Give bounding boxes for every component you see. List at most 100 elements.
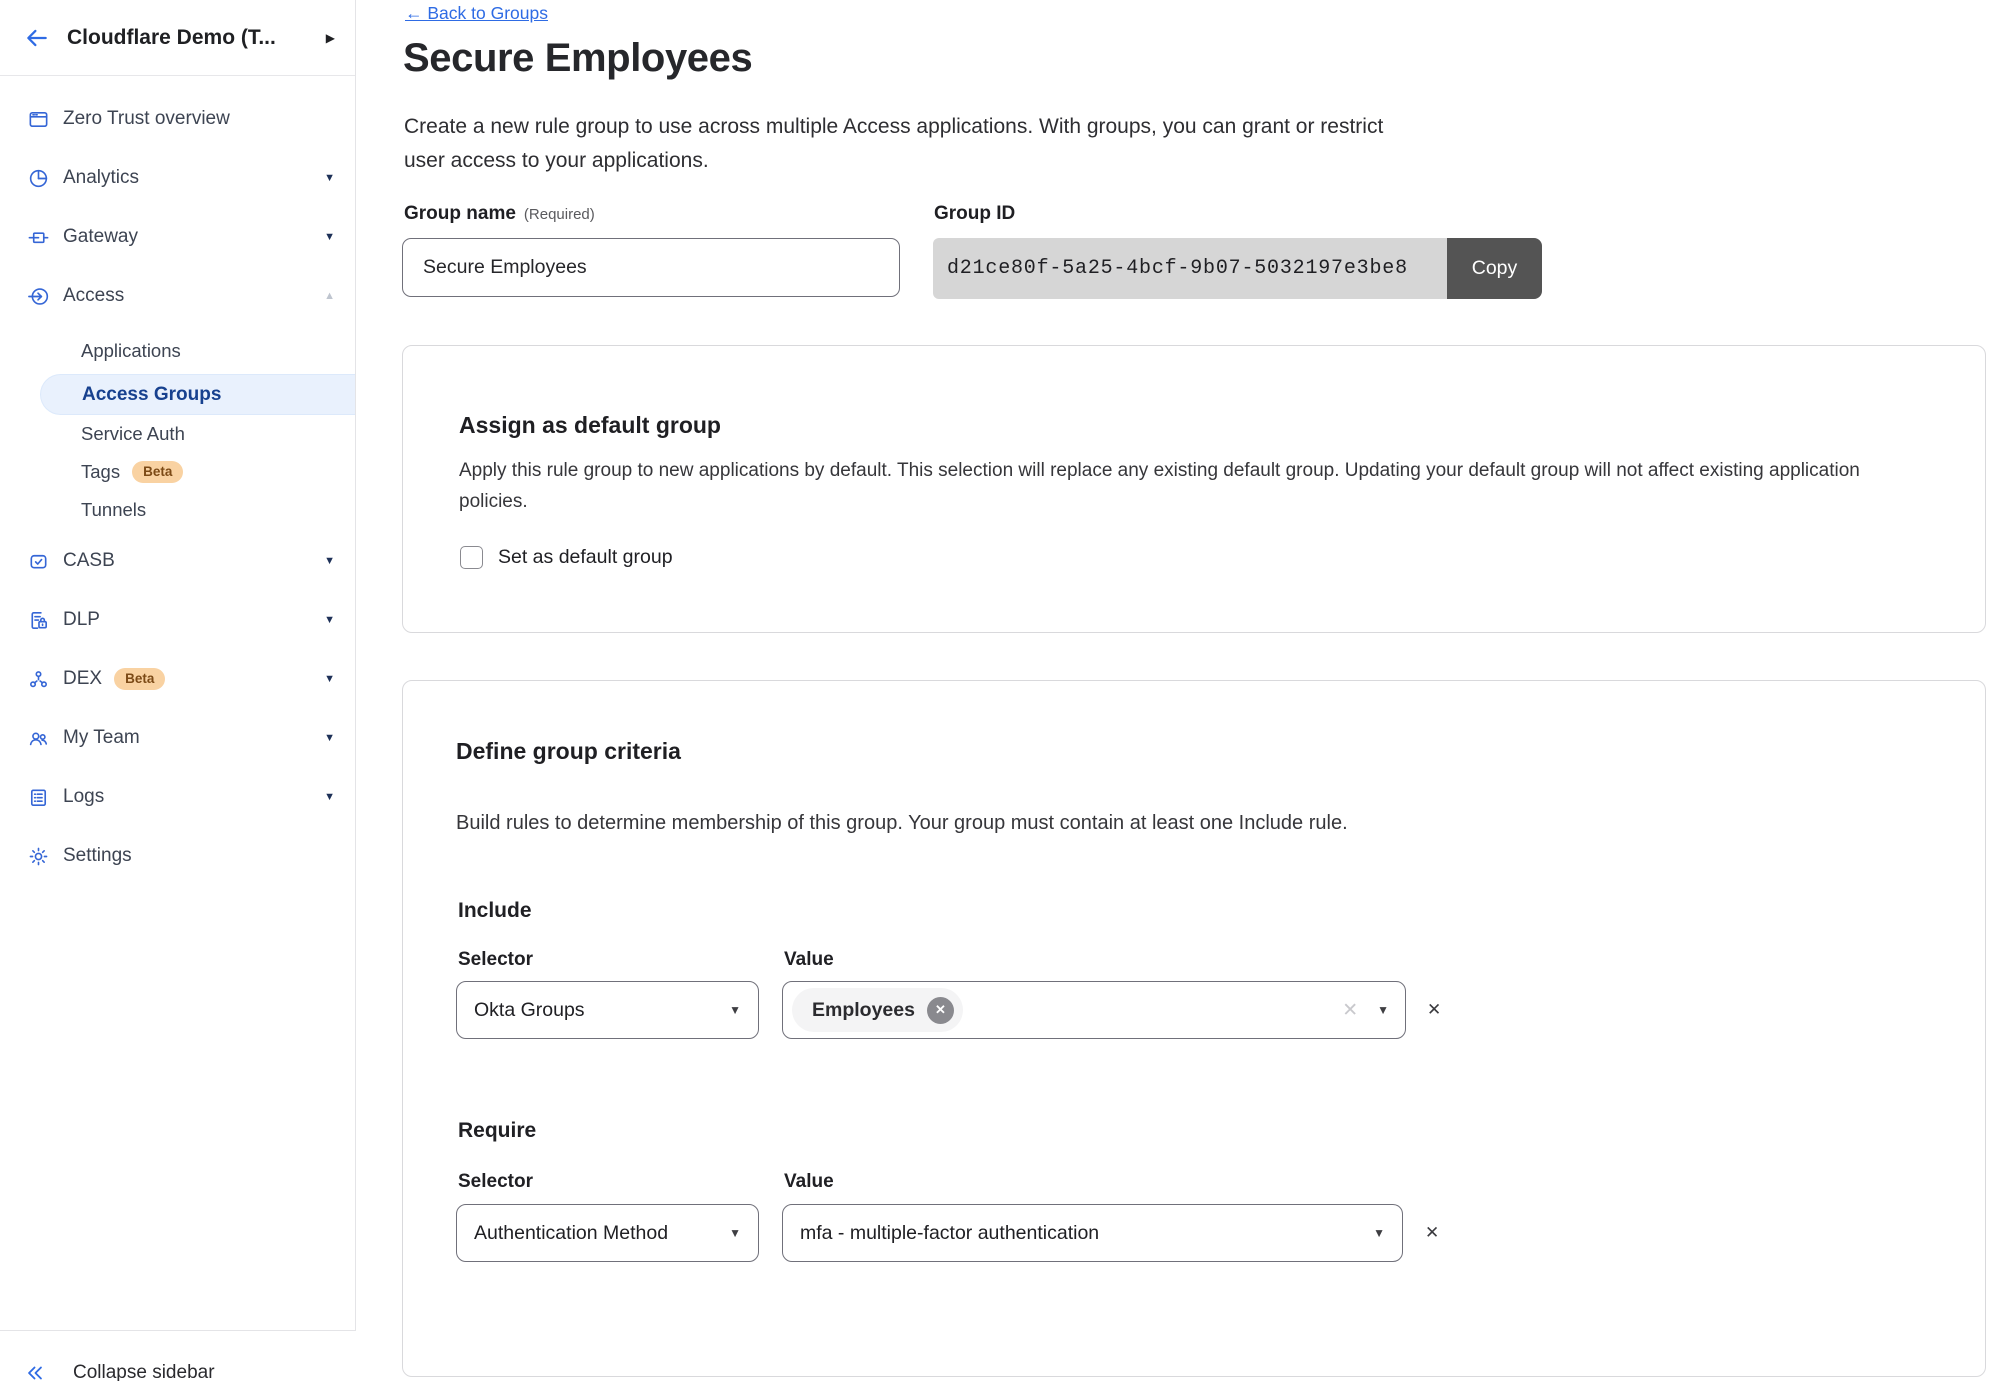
sidebar-item-label: Service Auth — [81, 423, 185, 445]
caret-right-icon[interactable]: ▶ — [326, 32, 335, 44]
sidebar-item-access[interactable]: Access ▲ — [0, 273, 355, 319]
sidebar-item-label: Tags — [81, 461, 120, 483]
sidebar-item-label: Access Groups — [82, 384, 221, 406]
chevron-down-icon[interactable]: ▼ — [1377, 1004, 1389, 1016]
sidebar-item-tunnels[interactable]: Tunnels — [0, 491, 355, 529]
sidebar-item-settings[interactable]: Settings — [0, 833, 355, 879]
sidebar-item-zero-trust-overview[interactable]: Zero Trust overview — [0, 96, 355, 142]
casb-icon — [26, 549, 50, 573]
group-name-input[interactable] — [402, 238, 900, 297]
value-chip: Employees ✕ — [792, 988, 963, 1032]
chevron-up-icon: ▲ — [324, 291, 335, 302]
back-to-groups-link[interactable]: ← Back to Groups — [405, 3, 548, 24]
sidebar-item-casb[interactable]: CASB ▼ — [0, 538, 355, 584]
logs-icon — [26, 785, 50, 809]
page-title: Secure Employees — [403, 36, 752, 81]
card-description: Build rules to determine membership of t… — [456, 808, 1348, 839]
multiselect-controls: ✕ ▼ — [1342, 1001, 1389, 1020]
account-header[interactable]: Cloudflare Demo (T... ▶ — [0, 0, 355, 76]
sidebar-item-label: Access — [63, 285, 124, 307]
pie-chart-icon — [26, 166, 50, 190]
require-heading: Require — [458, 1119, 536, 1143]
gear-icon — [26, 844, 50, 868]
sidebar-item-label: Applications — [81, 340, 181, 362]
sidebar-item-service-auth[interactable]: Service Auth — [0, 415, 355, 453]
set-default-group-option[interactable]: Set as default group — [460, 546, 673, 569]
collapse-sidebar-button[interactable]: Collapse sidebar — [0, 1331, 356, 1381]
window-icon — [26, 107, 50, 131]
sidebar-item-label: Tunnels — [81, 499, 146, 521]
default-group-checkbox-label: Set as default group — [498, 546, 673, 569]
require-value: mfa - multiple-factor authentication — [800, 1222, 1099, 1245]
required-hint: (Required) — [524, 206, 595, 223]
beta-badge: Beta — [132, 461, 183, 483]
sidebar-item-analytics[interactable]: Analytics ▼ — [0, 155, 355, 201]
require-selector-value: Authentication Method — [474, 1222, 668, 1245]
sidebar-item-label: DEX — [63, 668, 102, 690]
sidebar-item-tags[interactable]: Tags Beta — [0, 453, 355, 491]
chevron-down-icon: ▼ — [324, 792, 335, 803]
chevron-down-icon: ▼ — [324, 556, 335, 567]
access-subnav: Applications Access Groups Service Auth … — [0, 332, 355, 529]
default-group-checkbox[interactable] — [460, 546, 483, 569]
group-id-field: d21ce80f-5a25-4bcf-9b07-5032197e3be8 Cop… — [933, 238, 1542, 299]
sidebar-item-my-team[interactable]: My Team ▼ — [0, 715, 355, 761]
group-id-value: d21ce80f-5a25-4bcf-9b07-5032197e3be8 — [933, 238, 1447, 299]
dex-icon — [26, 667, 50, 691]
collapse-sidebar-label: Collapse sidebar — [73, 1362, 215, 1381]
chevron-down-icon: ▼ — [715, 1004, 741, 1016]
sidebar-item-label: My Team — [63, 727, 140, 749]
chevron-down-icon: ▼ — [324, 674, 335, 685]
chevron-down-icon: ▼ — [715, 1227, 741, 1239]
sidebar-item-logs[interactable]: Logs ▼ — [0, 774, 355, 820]
sidebar-item-label: Gateway — [63, 226, 138, 248]
sidebar-item-access-groups[interactable]: Access Groups — [40, 374, 355, 415]
card-title: Define group criteria — [456, 738, 681, 765]
group-name-label-text: Group name — [404, 203, 516, 224]
sidebar: Cloudflare Demo (T... ▶ Zero Trust overv… — [0, 0, 356, 1381]
access-icon — [26, 284, 50, 308]
group-name-label: Group name (Required) — [404, 203, 595, 225]
chevron-down-icon: ▼ — [1359, 1227, 1385, 1239]
sidebar-item-label: Zero Trust overview — [63, 108, 230, 130]
value-column-label: Value — [784, 1171, 834, 1193]
sidebar-item-dlp[interactable]: DLP ▼ — [0, 597, 355, 643]
chevron-down-icon: ▼ — [324, 615, 335, 626]
require-value-dropdown[interactable]: mfa - multiple-factor authentication ▼ — [782, 1204, 1403, 1262]
page-description: Create a new rule group to use across mu… — [404, 110, 1389, 178]
account-name: Cloudflare Demo (T... — [67, 26, 309, 50]
sidebar-item-label: CASB — [63, 550, 115, 572]
remove-include-rule-icon[interactable]: ✕ — [1427, 1001, 1441, 1018]
remove-require-rule-icon[interactable]: ✕ — [1425, 1224, 1439, 1241]
sidebar-item-applications[interactable]: Applications — [0, 332, 355, 370]
sidebar-item-label: Analytics — [63, 167, 139, 189]
chevron-down-icon: ▼ — [324, 232, 335, 243]
copy-button[interactable]: Copy — [1447, 238, 1542, 299]
sidebar-item-label: DLP — [63, 609, 100, 631]
gateway-icon — [26, 225, 50, 249]
clear-icon[interactable]: ✕ — [1342, 1001, 1358, 1020]
include-selector-dropdown[interactable]: Okta Groups ▼ — [456, 981, 759, 1039]
chip-remove-icon[interactable]: ✕ — [927, 997, 954, 1024]
sidebar-item-label: Logs — [63, 786, 104, 808]
selector-column-label: Selector — [458, 949, 533, 971]
beta-badge: Beta — [114, 668, 165, 690]
sidebar-item-dex[interactable]: DEX Beta ▼ — [0, 656, 355, 702]
card-description: Apply this rule group to new application… — [459, 456, 1927, 517]
group-id-label: Group ID — [934, 203, 1015, 225]
zero-trust-dashboard: Cloudflare Demo (T... ▶ Zero Trust overv… — [0, 0, 1999, 1381]
value-chip-label: Employees — [812, 999, 915, 1022]
chevron-down-icon: ▼ — [324, 733, 335, 744]
value-column-label: Value — [784, 949, 834, 971]
dlp-icon — [26, 608, 50, 632]
define-group-criteria-card: Define group criteria Build rules to det… — [402, 680, 1986, 1377]
include-selector-value: Okta Groups — [474, 999, 585, 1022]
include-heading: Include — [458, 899, 532, 923]
require-selector-dropdown[interactable]: Authentication Method ▼ — [456, 1204, 759, 1262]
include-value-multiselect[interactable]: Employees ✕ ✕ ▼ — [782, 981, 1406, 1039]
sidebar-item-gateway[interactable]: Gateway ▼ — [0, 214, 355, 260]
back-arrow-icon[interactable] — [24, 25, 50, 51]
assign-default-group-card: Assign as default group Apply this rule … — [402, 345, 1986, 633]
chevron-down-icon: ▼ — [324, 173, 335, 184]
sidebar-nav: Zero Trust overview Analytics ▼ Gateway — [0, 96, 355, 892]
